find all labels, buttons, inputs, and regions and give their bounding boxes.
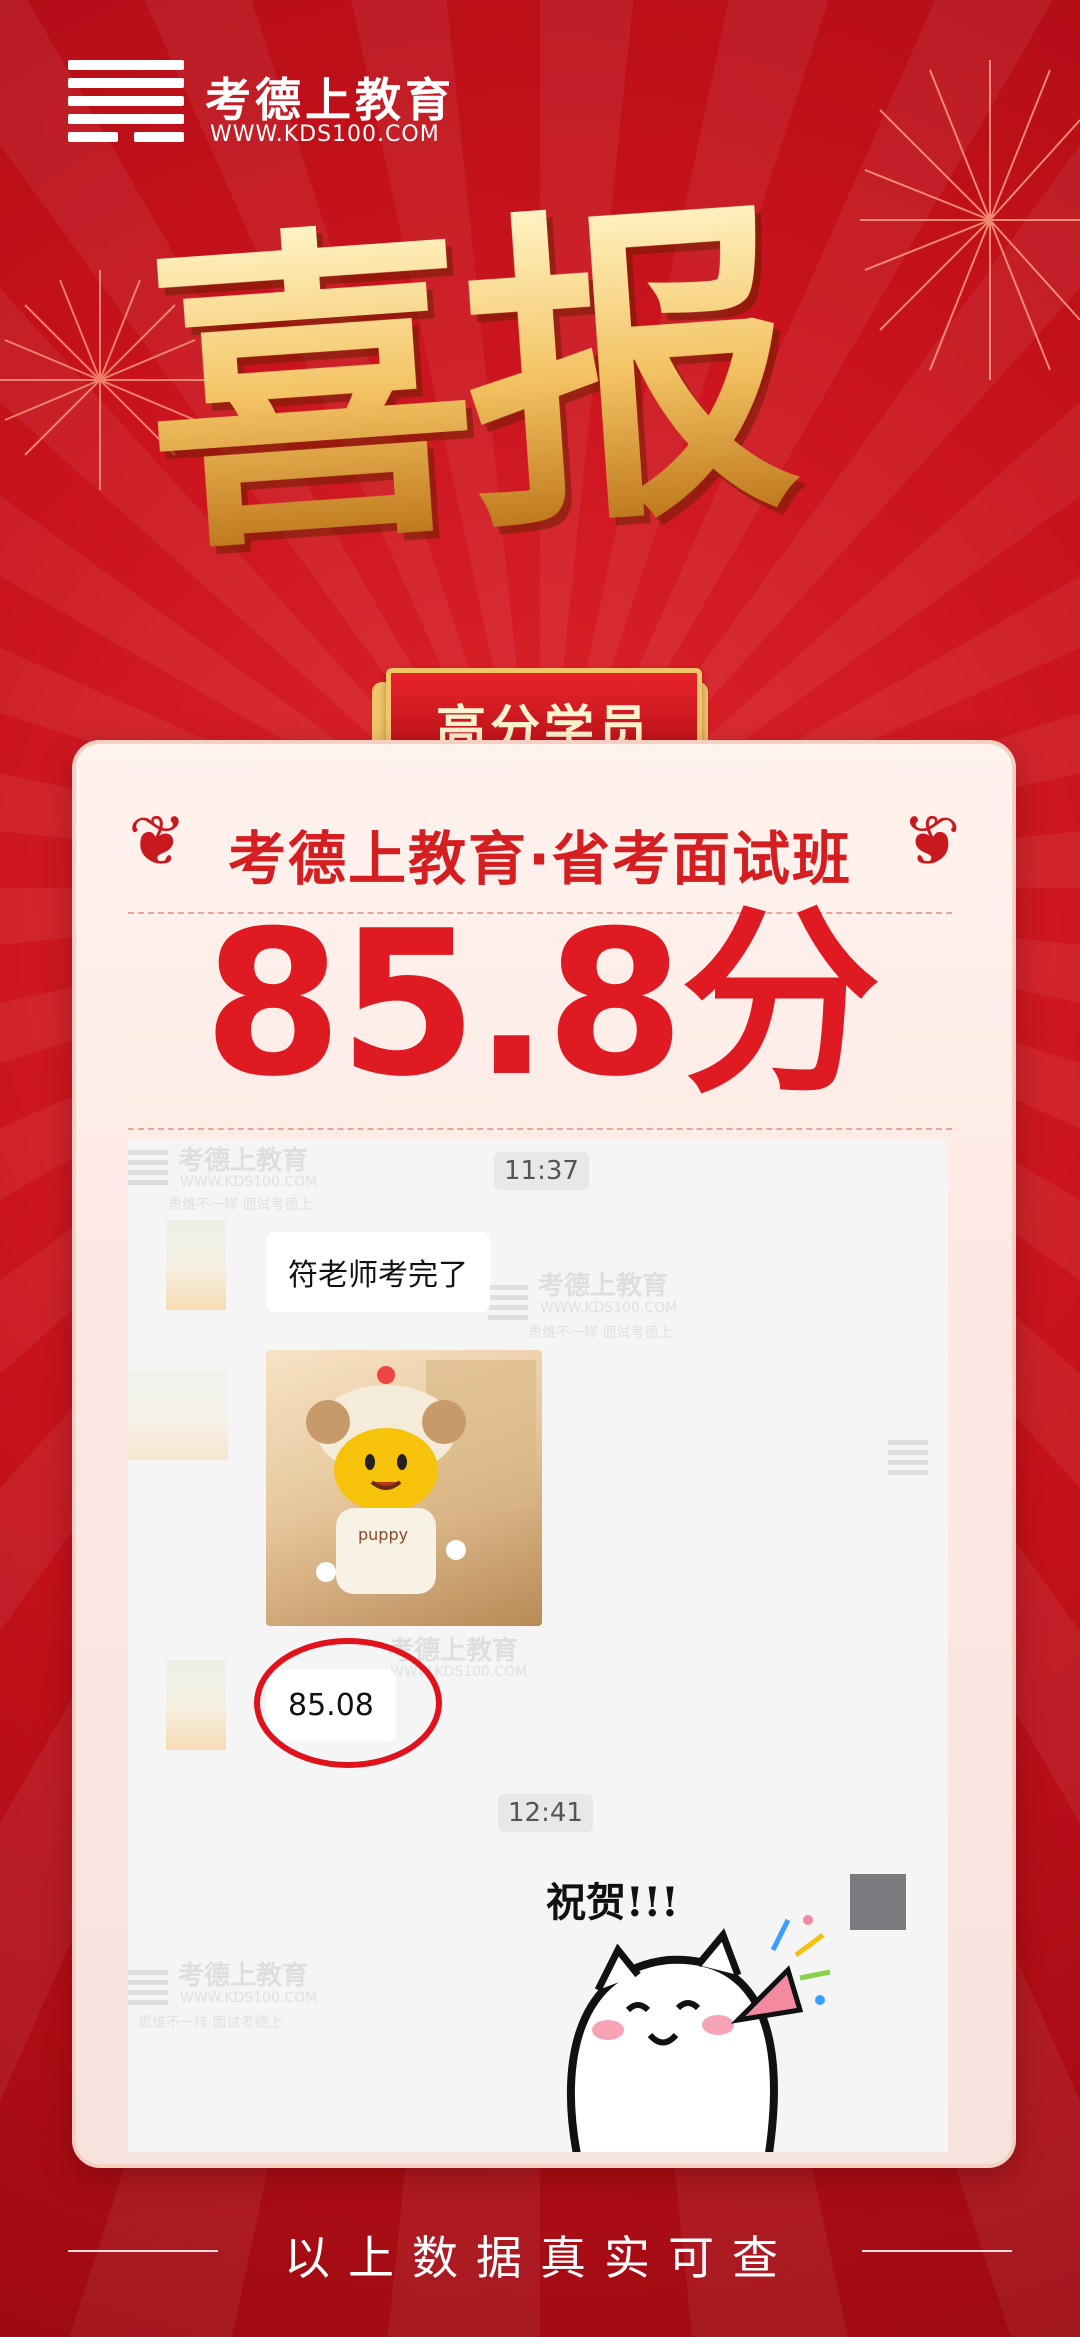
puppy-toy-icon: puppy bbox=[306, 1360, 536, 1594]
watermark-brand: 考德上教育 bbox=[178, 1961, 309, 1991]
brand-name: 考德上教育 bbox=[205, 73, 455, 127]
avatar bbox=[166, 1660, 226, 1750]
watermark-logo-icon bbox=[128, 1150, 168, 1190]
watermark-slogan: 思维不一样·面试考德上 bbox=[528, 1325, 673, 1341]
watermark-url: WWW.KDS100.COM bbox=[180, 1990, 318, 2006]
watermark-logo-icon bbox=[488, 1285, 528, 1325]
avatar bbox=[166, 1220, 226, 1310]
timestamp: 11:37 bbox=[494, 1152, 589, 1190]
brand-logo-icon bbox=[68, 60, 184, 148]
puppy-label: puppy bbox=[358, 1525, 408, 1544]
course-subtitle: 考德上教育·省考面试班 bbox=[227, 825, 853, 893]
chat-screenshot: 考德上教育 WWW.KDS100.COM 思维不一样·面试考德上 考德上教育 W… bbox=[128, 1140, 948, 2152]
watermark-slogan: 思维不一样·面试考德上 bbox=[168, 1197, 313, 1213]
watermark-logo-icon bbox=[888, 1440, 928, 1480]
score-highlight-circle bbox=[254, 1638, 442, 1768]
timestamp: 12:41 bbox=[498, 1794, 593, 1832]
divider-bottom bbox=[128, 1128, 952, 1130]
avatar-self bbox=[850, 1874, 906, 1930]
watermark-url: WWW.KDS100.COM bbox=[540, 1300, 678, 1316]
brand-url: WWW.KDS100.COM bbox=[210, 122, 440, 147]
chat-image-puppy: puppy bbox=[266, 1350, 542, 1626]
score-value: 85.8分 bbox=[203, 888, 880, 1121]
footer-disclaimer: 以上数据真实可查 bbox=[284, 2231, 796, 2285]
watermark-logo-icon bbox=[128, 1970, 168, 2010]
sticker-text: 祝贺!!! bbox=[546, 1879, 679, 1926]
watermark-brand: 考德上教育 bbox=[538, 1271, 669, 1301]
headline: 喜报 bbox=[132, 165, 966, 718]
watermark-brand: 考德上教育 bbox=[178, 1146, 309, 1176]
chat-message: 符老师考完了 bbox=[266, 1232, 490, 1312]
watermark-url: WWW.KDS100.COM bbox=[180, 1174, 318, 1190]
congrats-sticker: 祝贺!!! bbox=[546, 1879, 831, 2152]
watermark-slogan: 思维不一样·面试考德上 bbox=[138, 2015, 283, 2031]
avatar bbox=[128, 1370, 228, 1460]
